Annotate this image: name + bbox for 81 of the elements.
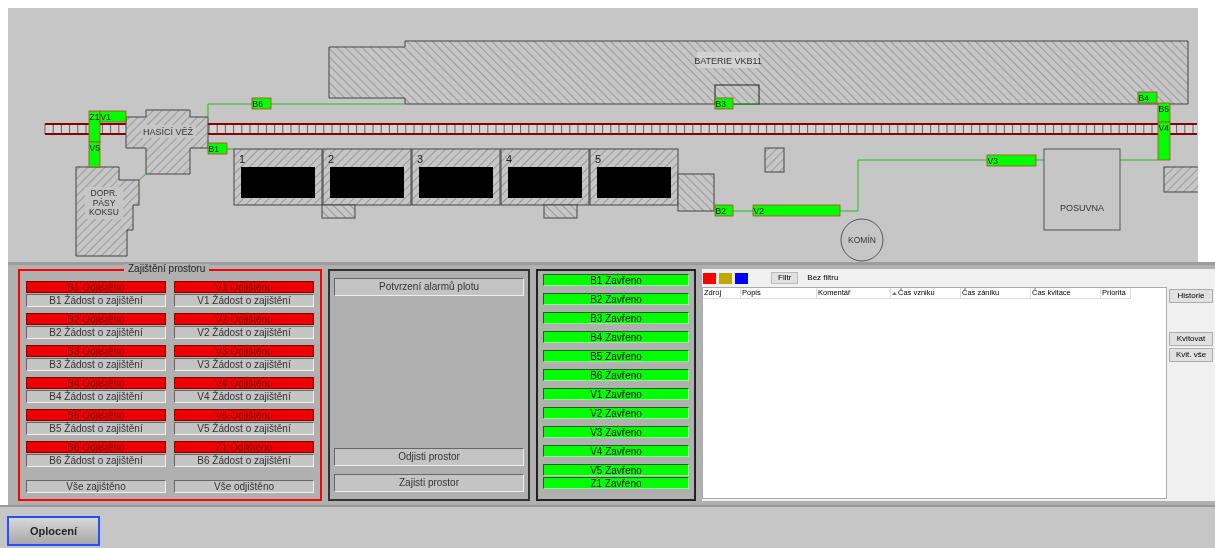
gate-marker[interactable]: Z1 xyxy=(88,110,101,143)
filter-button[interactable]: Filtr xyxy=(771,272,799,284)
gate-marker[interactable]: B6 xyxy=(251,97,272,110)
gate-marker[interactable]: B3 xyxy=(714,97,734,110)
gate-status: B1 Zavřeno xyxy=(543,274,689,286)
oven: 5 xyxy=(589,148,679,206)
area-button[interactable]: Odjisti prostor xyxy=(334,448,524,466)
oven: 1 xyxy=(233,148,323,206)
gate-marker[interactable]: V1 xyxy=(99,110,127,123)
gate-marker[interactable]: V5 xyxy=(88,141,101,168)
alarm-button[interactable]: Kvit. vše xyxy=(1169,348,1213,362)
confirm-button[interactable]: Potvrzení alarmů plotu xyxy=(334,278,524,296)
filter-color-swatch[interactable] xyxy=(703,272,716,284)
request-button[interactable]: V4 Žádost o zajištění xyxy=(174,390,314,403)
cable-line xyxy=(732,103,760,105)
status-indicator: Z1 Odjištěno xyxy=(174,441,314,453)
hatched-block xyxy=(764,147,785,173)
hatched-block xyxy=(1163,166,1198,193)
all-button[interactable]: Vše zajištěno xyxy=(26,480,166,493)
status-indicator: V5 Odjištěno xyxy=(174,409,314,421)
conveyor-label: DOPR. PÁSY KOKSU xyxy=(85,187,123,219)
filter-status: Bez filtru xyxy=(807,272,839,284)
gate-status: V3 Zavřeno xyxy=(543,426,689,438)
request-button[interactable]: V3 Žádost o zajištění xyxy=(174,358,314,371)
building-label: BATERIE VKB11 xyxy=(694,52,762,68)
status-indicator: V1 Odjištěno xyxy=(174,281,314,293)
request-button[interactable]: B1 Žádost o zajištění xyxy=(26,294,166,307)
panel-title: Zajištění prostoru xyxy=(124,264,210,274)
gate-marker[interactable]: B1 xyxy=(207,142,228,155)
status-indicator: B5 Odjištěno xyxy=(26,409,166,421)
gate-marker[interactable]: V4 xyxy=(1157,121,1171,161)
hatched-block xyxy=(677,173,715,212)
gate-status: V1 Zavřeno xyxy=(543,388,689,400)
gate-status: V5 Zavřeno xyxy=(543,464,689,476)
request-button[interactable]: B6 Žádost o zajištění xyxy=(26,454,166,467)
gate-status: B3 Zavřeno xyxy=(543,312,689,324)
status-indicator: V4 Odjištěno xyxy=(174,377,314,389)
gate-status: V2 Zavřeno xyxy=(543,407,689,419)
status-indicator: V2 Odjištěno xyxy=(174,313,314,325)
request-button[interactable]: V5 Žádost o zajištění xyxy=(174,422,314,435)
oven: 3 xyxy=(411,148,501,206)
gate-marker[interactable]: V3 xyxy=(986,154,1037,167)
gate-marker[interactable]: B4 xyxy=(1137,91,1158,104)
alarm-button[interactable]: Historie xyxy=(1169,289,1213,303)
gate-marker[interactable]: B5 xyxy=(1157,102,1171,123)
gate-status: B4 Zavřeno xyxy=(543,331,689,343)
status-indicator: B1 Odjištěno xyxy=(26,281,166,293)
gate-status: B2 Zavřeno xyxy=(543,293,689,305)
request-button[interactable]: B2 Žádost o zajištění xyxy=(26,326,166,339)
status-indicator: B6 Odjištěno xyxy=(26,441,166,453)
alarm-button[interactable]: Kvitovat xyxy=(1169,332,1213,346)
request-button[interactable]: B4 Žádost o zajištění xyxy=(26,390,166,403)
gate-marker[interactable]: V2 xyxy=(752,204,841,217)
filter-color-swatch[interactable] xyxy=(735,272,748,284)
hatched-block xyxy=(321,204,356,219)
gate-status: Z1 Zavřeno xyxy=(543,477,689,489)
filter-color-swatch[interactable] xyxy=(719,272,732,284)
gate-marker[interactable]: B2 xyxy=(714,204,734,217)
request-button[interactable]: B3 Žádost o zajištění xyxy=(26,358,166,371)
status-indicator: V3 Odjištěno xyxy=(174,345,314,357)
fence-tab-button[interactable]: Oplocení xyxy=(7,516,100,546)
request-button[interactable]: B5 Žádost o zajištění xyxy=(26,422,166,435)
oven: 2 xyxy=(322,148,412,206)
status-indicator: B2 Odjištěno xyxy=(26,313,166,325)
gate-status: B6 Zavřeno xyxy=(543,369,689,381)
hatched-block xyxy=(543,204,578,219)
transfer-building: POSUVNA xyxy=(1043,148,1121,231)
status-indicator: B3 Odjištěno xyxy=(26,345,166,357)
area-button[interactable]: Zajisti prostor xyxy=(334,474,524,492)
gate-status: B5 Zavřeno xyxy=(543,350,689,362)
gate-status: V4 Zavřeno xyxy=(543,445,689,457)
chimney: KOMÍN xyxy=(840,218,884,262)
oven: 4 xyxy=(500,148,590,206)
all-button[interactable]: Vše odjištěno xyxy=(174,480,314,493)
cable-line xyxy=(138,173,147,181)
tower-label: HASÍCÍ VĚŽ xyxy=(141,125,196,138)
cable-line xyxy=(226,148,235,150)
request-button[interactable]: B6 Žádost o zajištění xyxy=(174,454,314,467)
status-indicator: B4 Odjištěno xyxy=(26,377,166,389)
request-button[interactable]: V1 Žádost o zajištění xyxy=(174,294,314,307)
request-button[interactable]: V2 Žádost o zajištění xyxy=(174,326,314,339)
